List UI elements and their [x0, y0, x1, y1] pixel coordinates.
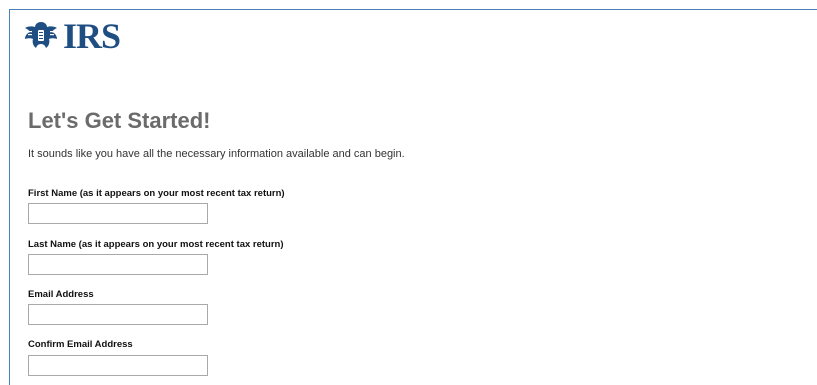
logo-text: IRS: [63, 16, 121, 56]
email-label: Email Address: [28, 289, 94, 300]
intro-text: It sounds like you have all the necessar…: [28, 148, 405, 160]
confirm-email-label: Confirm Email Address: [28, 339, 133, 350]
page-frame: IRS Let's Get Started! It sounds like yo…: [9, 9, 817, 385]
confirm-email-field[interactable]: [28, 355, 208, 376]
first-name-label: First Name (as it appears on your most r…: [28, 188, 285, 199]
irs-logo[interactable]: IRS: [22, 16, 121, 56]
last-name-field[interactable]: [28, 254, 208, 275]
last-name-label: Last Name (as it appears on your most re…: [28, 239, 284, 250]
page-title: Let's Get Started!: [28, 108, 211, 133]
first-name-field[interactable]: [28, 203, 208, 224]
irs-eagle-logo-icon: [25, 22, 57, 48]
email-field[interactable]: [28, 304, 208, 325]
